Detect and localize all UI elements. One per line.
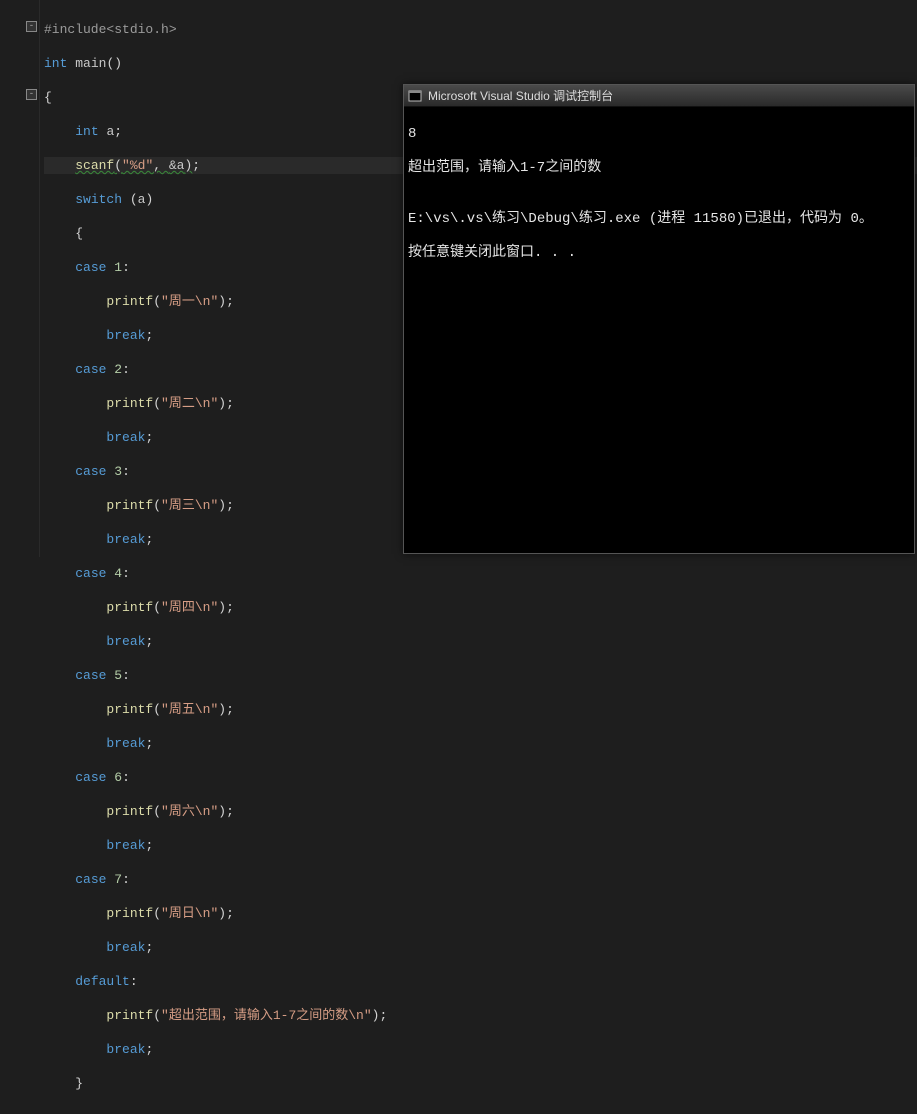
kw-int: int [44, 56, 67, 71]
fn-scanf: scanf [75, 158, 114, 173]
fold-main[interactable]: - [26, 21, 37, 32]
kw-switch: switch [75, 192, 122, 207]
id-main: main [75, 56, 106, 71]
fn-printf: printf [106, 294, 153, 309]
console-line: E:\vs\.vs\练习\Debug\练习.exe (进程 11580)已退出，… [408, 211, 910, 228]
console-line: 8 [408, 126, 910, 143]
console-output[interactable]: 8 超出范围，请输入1-7之间的数 E:\vs\.vs\练习\Debug\练习.… [404, 107, 914, 298]
console-titlebar[interactable]: Microsoft Visual Studio 调试控制台 [404, 85, 914, 107]
gutter: - - [0, 0, 40, 557]
console-title: Microsoft Visual Studio 调试控制台 [428, 87, 613, 104]
kw-default: default [75, 974, 130, 989]
console-line: 按任意键关闭此窗口. . . [408, 245, 910, 262]
debug-console-window[interactable]: Microsoft Visual Studio 调试控制台 8 超出范围，请输入… [403, 84, 915, 554]
preproc: #include<stdio.h> [44, 22, 177, 37]
fold-switch[interactable]: - [26, 89, 37, 100]
console-icon [408, 89, 422, 103]
console-line: 超出范围，请输入1-7之间的数 [408, 160, 910, 177]
